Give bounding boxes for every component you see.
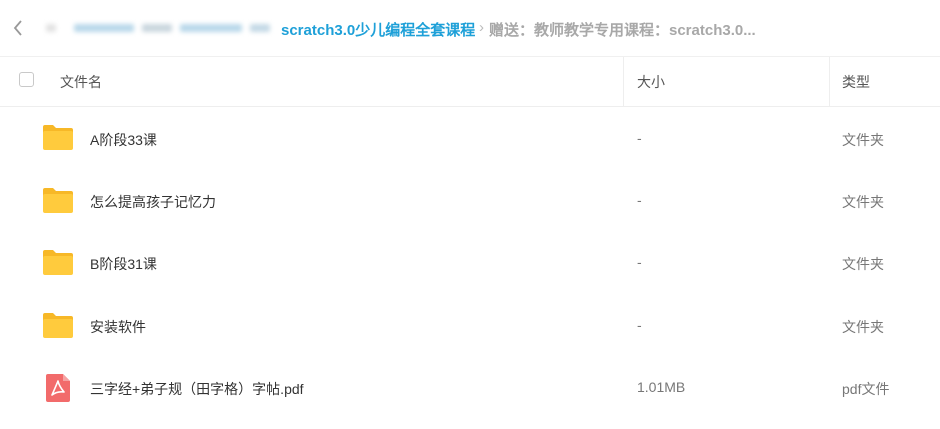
file-row[interactable]: 三字经+弟子规（田字格）字帖.pdf 1.01MB pdf文件 [0, 356, 940, 418]
column-header-size[interactable]: 大小 [637, 72, 665, 92]
file-name[interactable]: B阶段31课 [90, 254, 157, 274]
breadcrumb-parent-link[interactable]: scratch3.0少儿编程全套课程 [281, 19, 475, 40]
file-name[interactable]: 三字经+弟子规（田字格）字帖.pdf [90, 379, 304, 399]
breadcrumb-separator: › [479, 19, 484, 36]
file-type: 文件夹 [842, 132, 884, 148]
folder-icon [43, 188, 73, 213]
file-row[interactable]: 安装软件 - 文件夹 [0, 294, 940, 356]
column-header-name[interactable]: 文件名 [60, 72, 102, 92]
file-type: 文件夹 [842, 256, 884, 272]
file-size: 1.01MB [637, 379, 686, 395]
file-size: - [637, 254, 642, 270]
blurred-breadcrumb-path [46, 20, 274, 36]
file-size: - [637, 130, 642, 146]
select-all-checkbox[interactable] [19, 72, 34, 87]
file-row[interactable]: A阶段33课 - 文件夹 [0, 106, 940, 168]
file-name[interactable]: A阶段33课 [90, 130, 157, 150]
folder-icon [43, 250, 73, 275]
file-row[interactable]: 怎么提高孩子记忆力 - 文件夹 [0, 169, 940, 231]
file-size: - [637, 317, 642, 333]
file-type: pdf文件 [842, 381, 890, 397]
breadcrumb: scratch3.0少儿编程全套课程 › 赠送：教师教学专用课程：scratch… [0, 0, 940, 56]
file-table-header: 文件名 大小 类型 [0, 56, 940, 107]
column-divider[interactable] [623, 57, 624, 106]
breadcrumb-current: 赠送：教师教学专用课程：scratch3.0... [489, 22, 756, 39]
chevron-left-icon[interactable] [12, 18, 24, 38]
file-type: 文件夹 [842, 319, 884, 335]
column-divider[interactable] [829, 57, 830, 106]
file-row[interactable]: B阶段31课 - 文件夹 [0, 231, 940, 293]
column-header-type[interactable]: 类型 [842, 72, 870, 92]
folder-icon [43, 313, 73, 338]
file-name[interactable]: 安装软件 [90, 317, 146, 337]
folder-icon [43, 125, 73, 150]
file-name[interactable]: 怎么提高孩子记忆力 [90, 192, 216, 212]
file-type: 文件夹 [842, 194, 884, 210]
pdf-icon [46, 374, 70, 402]
file-size: - [637, 192, 642, 208]
